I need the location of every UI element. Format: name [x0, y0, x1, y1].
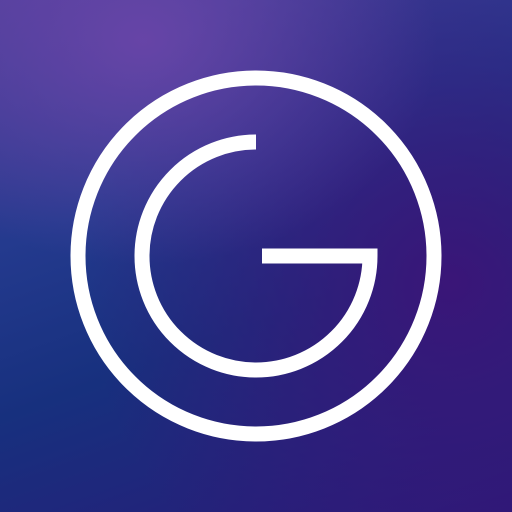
app-icon-tile[interactable]: [0, 0, 512, 512]
outer-ring: [70, 70, 442, 442]
letter-g-in-circle-icon: [70, 70, 442, 442]
letter-g-glyph: [134, 134, 378, 378]
